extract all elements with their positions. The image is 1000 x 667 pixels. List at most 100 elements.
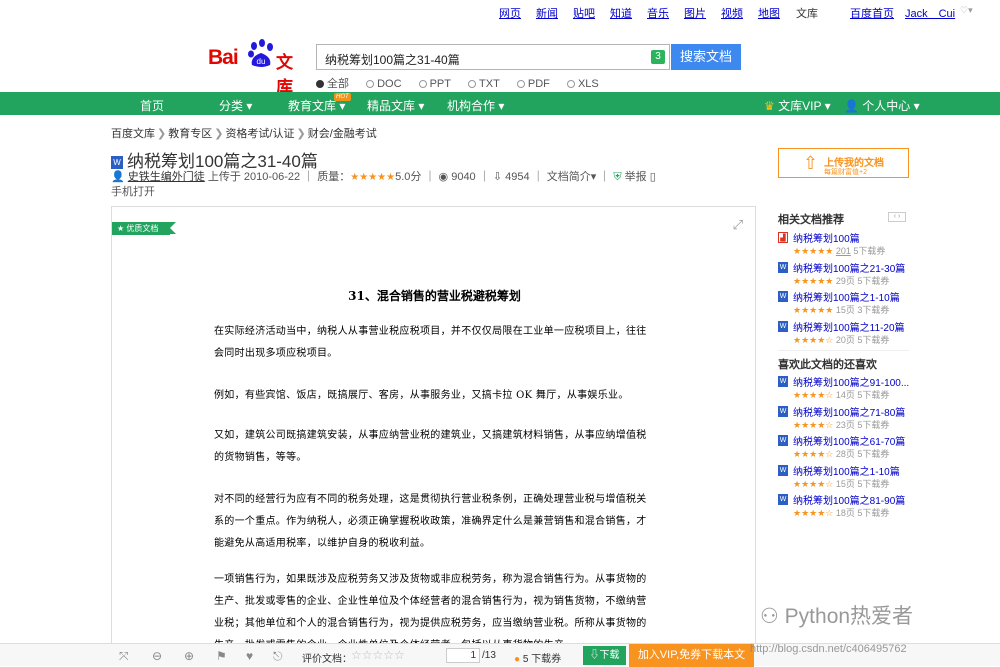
download-count: 4954	[505, 171, 530, 183]
user-icon: 👤	[844, 99, 859, 113]
liked-doc-link[interactable]: 纳税筹划100篇之1-10篇	[793, 463, 900, 478]
liked-doc-link[interactable]: 纳税筹划100篇之61-70篇	[793, 433, 905, 448]
breadcrumb-item[interactable]: 财会/金融考试	[308, 128, 377, 140]
liked-doc-link[interactable]: 纳税筹划100篇之71-80篇	[793, 404, 905, 419]
mobile-open-link[interactable]: 手机打开	[111, 186, 155, 198]
mobile-icon: ▯	[649, 171, 656, 183]
vip-download-button[interactable]: 加入VIP,免券下载本文	[629, 644, 754, 667]
search-input[interactable]: 纳税筹划100篇之31-40篇	[325, 51, 460, 68]
nav-home[interactable]: 首页	[140, 97, 164, 114]
list-item[interactable]: W 纳税筹划100篇之71-80篇 ★★★★☆ 23页 5下载券	[778, 404, 913, 434]
liked-doc-link[interactable]: 纳税筹划100篇之91-100...	[793, 374, 909, 389]
filetype-ppt[interactable]: PPT	[418, 78, 451, 90]
uploader-link[interactable]: 史铁生编外门徒	[128, 171, 205, 183]
baidu-wenku-logo[interactable]: Bai du 文库	[208, 39, 306, 97]
related-doc-link[interactable]: 纳税筹划100篇之1-10篇	[793, 289, 900, 304]
also-liked-list: W 纳税筹划100篇之91-100... ★★★★☆ 14页 5下载券 W 纳税…	[778, 374, 913, 522]
filetype-all[interactable]: 全部	[316, 78, 349, 90]
nav-categories[interactable]: 分类 ▾	[219, 97, 252, 114]
word-doc-icon: W	[778, 405, 788, 417]
topnav-link-music[interactable]: 音乐	[647, 5, 669, 21]
search-box[interactable]: 纳税筹划100篇之31-40篇 3	[316, 44, 670, 70]
report-link[interactable]: 举报	[625, 171, 647, 183]
doc-meta: 👤 史铁生编外门徒 上传于 2010-06-22 ｜ 质量：★★★★★5.0分 …	[111, 171, 656, 198]
radio-icon	[366, 80, 375, 88]
topnav-link-tieba[interactable]: 贴吧	[573, 5, 595, 21]
list-item[interactable]: W 纳税筹划100篇之1-10篇 ★★★★★ 15页 3下载券	[778, 289, 913, 319]
nav-education[interactable]: 教育文库 ▾ HOT	[288, 93, 351, 114]
page-total: /13	[482, 650, 496, 661]
list-item[interactable]: W 纳税筹划100篇之61-70篇 ★★★★☆ 28页 5下载券	[778, 433, 913, 463]
download-count-icon: ⇩	[492, 171, 503, 183]
list-item[interactable]: W 纳税筹划100篇之91-100... ★★★★☆ 14页 5下载券	[778, 374, 913, 404]
nav-user-center[interactable]: 👤 个人中心 ▾	[844, 97, 920, 114]
topnav-link-zhidao[interactable]: 知道	[610, 5, 632, 21]
list-item[interactable]: W 纳税筹划100篇之21-30篇 ★★★★★ 29页 5下载券	[778, 260, 913, 290]
upload-doc-button[interactable]: ⇧ 上传我的文档 每篇财富值+2	[778, 148, 909, 178]
topnav-link-news[interactable]: 新闻	[536, 5, 558, 21]
zoom-out-icon[interactable]: ⊖	[152, 649, 162, 663]
coin-icon: ●	[514, 654, 521, 665]
liked-doc-link[interactable]: 纳税筹划100篇之81-90篇	[793, 492, 905, 507]
nav-vip[interactable]: ♛ 文库VIP ▾	[764, 97, 831, 114]
logo-wenku-text: 文库	[276, 53, 293, 97]
doc-paragraph: 例如，有些宾馆、饭店，既搞展厅、客房，从事服务业，又搞卡拉 OK 舞厅，从事娱乐…	[214, 390, 629, 401]
zoom-in-icon[interactable]: ⊕	[184, 649, 194, 663]
search-docs-button[interactable]: 搜索文档	[671, 44, 741, 70]
topnav-link-baidu-home[interactable]: 百度首页	[850, 5, 894, 21]
breadcrumb-separator-icon: ❯	[296, 128, 306, 140]
list-item[interactable]: W 纳税筹划100篇之11-20篇 ★★★★☆ 20页 5下载券	[778, 319, 913, 349]
filetype-xls[interactable]: XLS	[566, 78, 599, 90]
breadcrumb-item[interactable]: 资格考试/认证	[225, 128, 294, 140]
doc-intro-toggle[interactable]: 文档简介	[547, 171, 591, 183]
heart-icon[interactable]: ♥	[246, 649, 253, 663]
nav-institution[interactable]: 机构合作 ▾	[447, 97, 504, 114]
fit-screen-icon[interactable]: ⤧	[119, 649, 129, 664]
chevron-down-icon[interactable]: ▾	[591, 171, 597, 183]
topnav-link-web[interactable]: 网页	[499, 5, 521, 21]
topnav-link-video[interactable]: 视频	[721, 5, 743, 21]
related-pager-arrows[interactable]: ‹ ›	[888, 212, 906, 222]
document-viewer[interactable]: ★ 优质文档 ⤢ 31、混合销售的营业税避税筹划 在实际经济活动当中，纳税人从事…	[111, 206, 756, 646]
sidebar-divider	[778, 350, 909, 351]
share-icon[interactable]: ⎋	[273, 649, 283, 664]
shield-icon: ⛨	[613, 171, 622, 183]
radio-icon	[418, 80, 427, 88]
doc-paragraph: 对不同的经营行为应有不同的税务处理，这是贯彻执行营业税条例，正确处理营业税与增值…	[214, 494, 647, 549]
hot-badge: HOT	[334, 93, 351, 101]
views-icon: ◉	[438, 171, 449, 183]
fullscreen-expand-icon[interactable]: ⤢	[733, 217, 743, 233]
topnav-link-images[interactable]: 图片	[684, 5, 706, 21]
topnav-link-wenku[interactable]: 文库	[796, 5, 818, 21]
user-heart-dropdown-icon[interactable]: ♡▾	[960, 5, 973, 16]
related-doc-link[interactable]: 纳税筹划100篇之11-20篇	[793, 319, 905, 334]
search-result-count-badge: 3	[651, 50, 665, 64]
topnav-link-map[interactable]: 地图	[758, 5, 780, 21]
filetype-doc[interactable]: DOC	[366, 78, 402, 90]
bookmark-icon[interactable]: ⚑	[216, 649, 227, 663]
breadcrumb-item[interactable]: 百度文库	[111, 128, 155, 140]
rate-stars[interactable]: ☆☆☆☆☆	[351, 648, 405, 662]
top-nav: 网页 新闻 贴吧 知道 音乐 图片 视频 地图 文库 百度首页 Jack Cui…	[0, 0, 1000, 22]
topnav-user[interactable]: Jack Cui	[905, 5, 955, 21]
list-item[interactable]: ▟ 纳税筹划100篇 ★★★★★ 201 5下载券	[778, 230, 913, 260]
related-doc-link[interactable]: 纳税筹划100篇	[793, 230, 860, 245]
radio-checked-icon	[316, 80, 324, 88]
doc-title-text: 纳税筹划100篇之31-40篇	[127, 152, 318, 171]
page-number-input[interactable]: 1	[446, 648, 480, 663]
filetype-pdf[interactable]: PDF	[516, 78, 550, 90]
word-doc-icon: W	[778, 320, 788, 332]
list-item[interactable]: W 纳税筹划100篇之1-10篇 ★★★★☆ 15页 5下载券	[778, 463, 913, 493]
filetype-filter: 全部 DOC PPT TXT PDF XLS	[316, 75, 613, 91]
rate-doc-label: 评价文档：	[302, 654, 352, 665]
breadcrumb-item[interactable]: 教育专区	[168, 128, 212, 140]
download-button[interactable]: ⇩下载	[583, 646, 626, 665]
filetype-txt[interactable]: TXT	[468, 78, 500, 90]
related-doc-link[interactable]: 纳税筹划100篇之21-30篇	[793, 260, 905, 275]
upload-reward-text: 每篇财富值+2	[824, 169, 867, 176]
nav-premium[interactable]: 精品文库 ▾	[367, 97, 424, 114]
list-item[interactable]: W 纳税筹划100篇之81-90篇 ★★★★☆ 18页 5下载券	[778, 492, 913, 522]
radio-icon	[516, 80, 525, 88]
vip-crown-icon: ♛	[764, 99, 775, 113]
word-doc-icon: W	[778, 291, 788, 302]
